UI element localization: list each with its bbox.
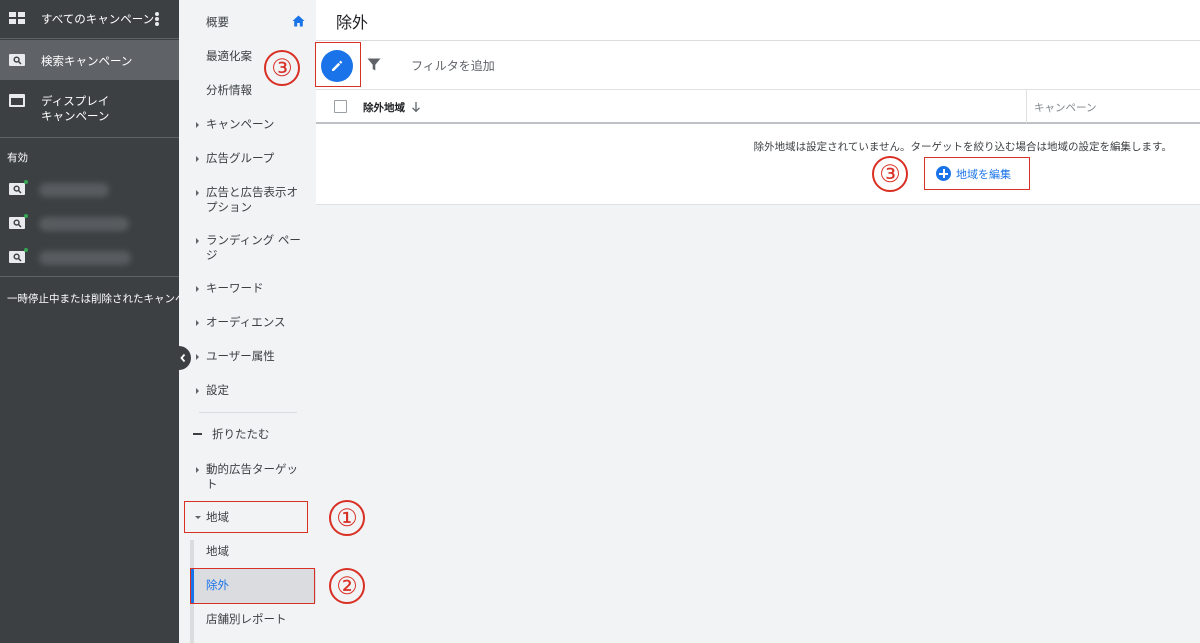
nav-divider (199, 412, 297, 413)
sidebar-divider (0, 276, 179, 277)
expand-arrow-icon (196, 467, 199, 473)
edit-locations-label: 地域を編集 (956, 167, 1011, 181)
paused-removed-campaigns-link[interactable]: 一時停止中または削除されたキャンペー (7, 291, 179, 306)
nav-item-label: 動的広告ターゲット (206, 462, 298, 491)
nav-item-label: 分析情報 (206, 83, 252, 97)
select-all-checkbox[interactable] (334, 100, 347, 113)
nav-item-label: 広告と広告表示オプション (206, 185, 298, 214)
search-campaign-icon (9, 183, 25, 195)
table-toolbar: フィルタを追加 (316, 41, 1200, 89)
nav-item-label: 折りたたむ (212, 427, 270, 441)
page-nav: 概要 最適化案 分析情報 キャンペーン 広告グループ 広告と広告表示オプション … (179, 0, 316, 643)
grid-icon (9, 12, 27, 26)
page-title: 除外 (336, 13, 369, 32)
nav-item-label: キャンペーン (206, 117, 275, 131)
expand-arrow-icon (196, 156, 199, 162)
column-divider (1026, 90, 1027, 123)
column-header-campaign[interactable]: キャンペーン (1034, 100, 1096, 115)
campaign-item[interactable] (9, 214, 169, 234)
enabled-status-dot (24, 248, 28, 252)
collapse-icon (193, 433, 202, 435)
display-campaign-icon (9, 94, 25, 107)
display-campaign-label-1: ディスプレイ (41, 94, 110, 108)
all-campaigns-label: すべてのキャンペーン (41, 12, 155, 26)
nav-item-label: 店舗別レポート (206, 612, 287, 626)
more-vert-icon[interactable] (155, 12, 159, 26)
table-header: 除外地域 キャンペーン (316, 89, 1200, 124)
enabled-status-dot (24, 214, 28, 218)
expand-arrow-icon (196, 122, 199, 128)
home-icon (292, 15, 305, 27)
sidebar-divider (0, 38, 179, 39)
campaign-sidebar: すべてのキャンペーン 検索キャンペーン ディスプレイ キャンペーン 有効 一時停… (0, 0, 179, 643)
add-filter-field[interactable]: フィルタを追加 (411, 57, 495, 74)
enabled-status-dot (24, 180, 28, 184)
annotation-box-edit-button (315, 42, 361, 87)
all-campaigns-item[interactable]: すべてのキャンペーン (0, 0, 179, 38)
nav-item-label: オーディエンス (206, 315, 286, 329)
blurred-campaign-name (39, 183, 109, 197)
annotation-box-exclusions (190, 568, 315, 604)
search-campaign-icon (9, 217, 25, 229)
enabled-section-label: 有効 (7, 152, 28, 164)
chevron-left-icon (180, 353, 186, 363)
nav-item-label: 設定 (206, 383, 229, 397)
campaign-item[interactable] (9, 180, 169, 200)
annotation-marker-3-top: ③ (264, 50, 300, 86)
edit-locations-button[interactable]: 地域を編集 (924, 157, 1030, 190)
blurred-campaign-name (39, 251, 131, 265)
display-campaign-item[interactable]: ディスプレイ キャンペーン (0, 82, 179, 134)
nav-item-label: ランディング ページ (206, 233, 301, 262)
sidebar-divider (0, 137, 179, 138)
search-campaign-icon (9, 251, 25, 263)
expand-arrow-icon (196, 190, 199, 196)
expand-arrow-icon (196, 320, 199, 326)
campaign-item[interactable] (9, 248, 169, 268)
annotation-marker-1: ① (329, 500, 365, 536)
column-header-excluded-locations[interactable]: 除外地域 (363, 100, 405, 115)
filter-icon[interactable] (367, 58, 381, 71)
search-campaign-icon (9, 54, 25, 66)
nav-item-label: キーワード (206, 281, 264, 295)
expand-arrow-icon (196, 286, 199, 292)
expand-arrow-icon (196, 238, 199, 244)
blurred-campaign-name (39, 217, 129, 231)
sort-arrow-down-icon[interactable] (411, 101, 421, 113)
main-content: 除外 フィルタを追加 除外地域 キャンペーン 除外地域は設定されていません。ター… (316, 0, 1200, 643)
empty-state: 除外地域は設定されていません。ターゲットを絞り込む場合は地域の設定を編集します。… (316, 126, 1200, 204)
nav-item-label: 概要 (206, 15, 229, 29)
nav-item-label: ユーザー属性 (206, 349, 275, 363)
annotation-box-locations (184, 501, 308, 533)
search-campaign-item[interactable]: 検索キャンペーン (0, 40, 179, 80)
nav-item-label: 地域 (206, 544, 229, 558)
annotation-marker-2: ② (329, 568, 365, 604)
expand-arrow-icon (196, 354, 199, 360)
add-circle-icon (936, 166, 951, 181)
search-campaign-label: 検索キャンペーン (41, 54, 133, 68)
display-campaign-label-2: キャンペーン (41, 109, 110, 123)
annotation-marker-3-bottom: ③ (872, 156, 908, 192)
expand-arrow-icon (196, 388, 199, 394)
content-background (316, 204, 1200, 643)
nav-item-label: 広告グループ (206, 151, 275, 165)
empty-state-message: 除外地域は設定されていません。ターゲットを絞り込む場合は地域の設定を編集します。 (753, 141, 1172, 153)
